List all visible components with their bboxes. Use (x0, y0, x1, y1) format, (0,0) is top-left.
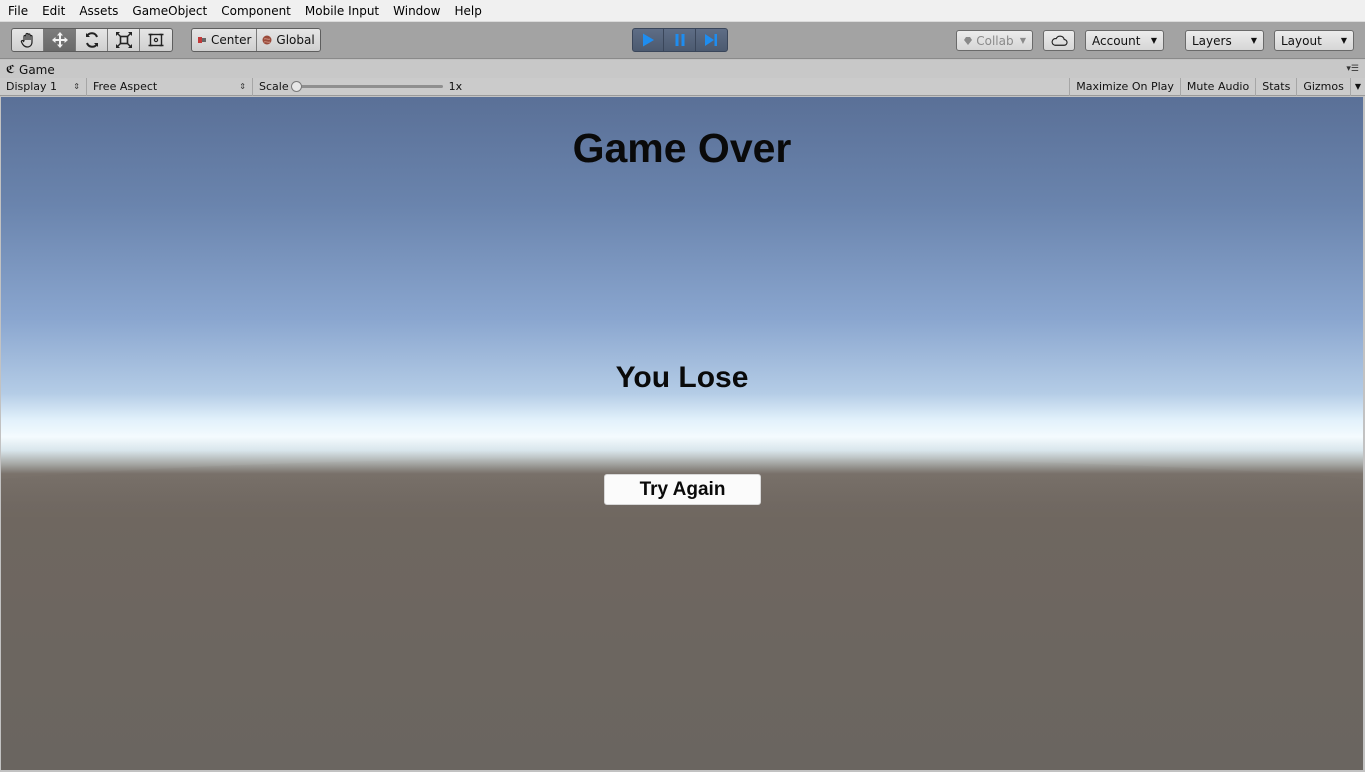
maximize-on-play-toggle[interactable]: Maximize On Play (1069, 77, 1181, 96)
playback-controls (632, 28, 728, 52)
menu-help[interactable]: Help (454, 4, 481, 18)
rotate-tool-icon (85, 32, 98, 48)
menu-file[interactable]: File (8, 4, 28, 18)
layers-label: Layers (1192, 33, 1232, 48)
menu-gameobject[interactable]: GameObject (132, 4, 207, 18)
rect-tool-icon (148, 33, 164, 47)
gizmos-label: Gizmos (1303, 80, 1344, 93)
try-again-button[interactable]: Try Again (604, 474, 761, 505)
menu-window[interactable]: Window (393, 4, 440, 18)
pivot-center-button[interactable]: Center (192, 29, 258, 51)
scale-label: Scale (259, 80, 289, 93)
you-lose-text: You Lose (615, 361, 749, 394)
display-select[interactable]: Display 1 ⇕ (0, 77, 87, 96)
aspect-label: Free Aspect (93, 80, 158, 93)
account-dropdown[interactable]: Account ▼ (1085, 30, 1164, 51)
menu-component[interactable]: Component (221, 4, 291, 18)
scale-control: Scale 1x (253, 78, 468, 96)
collab-icon (964, 36, 972, 45)
move-tool-button[interactable] (44, 29, 76, 51)
pivot-toggles: Center Global (191, 28, 321, 52)
pivot-global-label: Global (276, 33, 315, 47)
rect-tool-button[interactable] (140, 29, 172, 51)
step-button[interactable] (696, 29, 727, 51)
mute-audio-toggle[interactable]: Mute Audio (1181, 77, 1257, 96)
chevron-down-icon: ▼ (1150, 36, 1157, 45)
game-tab-label: Game (19, 62, 55, 77)
stats-toggle[interactable]: Stats (1256, 77, 1298, 96)
pivot-center-label: Center (211, 33, 252, 47)
scale-value: 1x (448, 80, 463, 93)
globe-icon (262, 35, 272, 45)
account-label: Account (1092, 33, 1141, 48)
menu-mobile-input[interactable]: Mobile Input (305, 4, 379, 18)
move-tool-icon (51, 32, 68, 48)
tab-game[interactable]: ℭ Game (6, 61, 55, 78)
pivot-center-icon (198, 37, 206, 43)
rotate-tool-button[interactable] (76, 29, 108, 51)
transform-tools (11, 28, 173, 52)
menu-assets[interactable]: Assets (79, 4, 118, 18)
stats-label: Stats (1262, 80, 1291, 93)
hand-tool-icon (20, 32, 33, 48)
stepper-icon: ⇕ (239, 82, 246, 91)
pivot-global-button[interactable]: Global (257, 29, 319, 51)
maximize-label: Maximize On Play (1076, 80, 1174, 93)
layout-label: Layout (1281, 33, 1322, 48)
play-button[interactable] (633, 29, 665, 51)
collab-label: Collab (976, 33, 1014, 48)
cloud-icon (1051, 35, 1068, 46)
aspect-select[interactable]: Free Aspect ⇕ (87, 77, 253, 96)
gizmos-toggle[interactable]: Gizmos (1297, 77, 1351, 96)
scale-slider[interactable] (290, 81, 443, 92)
pause-icon (675, 34, 685, 46)
main-toolbar: Center Global Collab ▼ Account ▼ Layers … (0, 22, 1365, 59)
collab-dropdown[interactable]: Collab ▼ (956, 30, 1033, 51)
chevron-down-icon: ▼ (1354, 82, 1361, 91)
tab-menu-icon[interactable]: ▾☰ (1346, 63, 1359, 74)
scale-tool-icon (115, 32, 132, 48)
step-icon (705, 34, 718, 46)
layers-dropdown[interactable]: Layers ▼ (1185, 30, 1264, 51)
chevron-down-icon: ▼ (1019, 36, 1026, 45)
game-tab-icon: ℭ (6, 63, 16, 76)
play-icon (643, 33, 655, 47)
mute-label: Mute Audio (1186, 80, 1250, 93)
try-again-label: Try Again (639, 478, 726, 500)
chevron-down-icon: ▼ (1250, 36, 1257, 45)
pause-button[interactable] (664, 29, 696, 51)
game-tab-bar: ℭ Game ▾☰ (0, 60, 1365, 78)
scale-tool-button[interactable] (108, 29, 140, 51)
game-over-title: Game Over (572, 125, 792, 171)
cloud-button[interactable] (1043, 30, 1075, 51)
menu-bar: File Edit Assets GameObject Component Mo… (0, 0, 1365, 22)
game-viewport: Game Over You Lose Try Again (1, 97, 1363, 770)
menu-edit[interactable]: Edit (42, 4, 65, 18)
game-view-toolbar: Display 1 ⇕ Free Aspect ⇕ Scale 1x Maxim… (0, 77, 1365, 96)
scale-slider-thumb[interactable] (290, 81, 302, 92)
layout-dropdown[interactable]: Layout ▼ (1274, 30, 1354, 51)
gizmos-dropdown[interactable]: ▼ (1351, 78, 1365, 96)
chevron-down-icon: ▼ (1340, 36, 1347, 45)
stepper-icon: ⇕ (73, 82, 80, 91)
display-label: Display 1 (6, 80, 58, 93)
hand-tool-button[interactable] (12, 29, 44, 51)
